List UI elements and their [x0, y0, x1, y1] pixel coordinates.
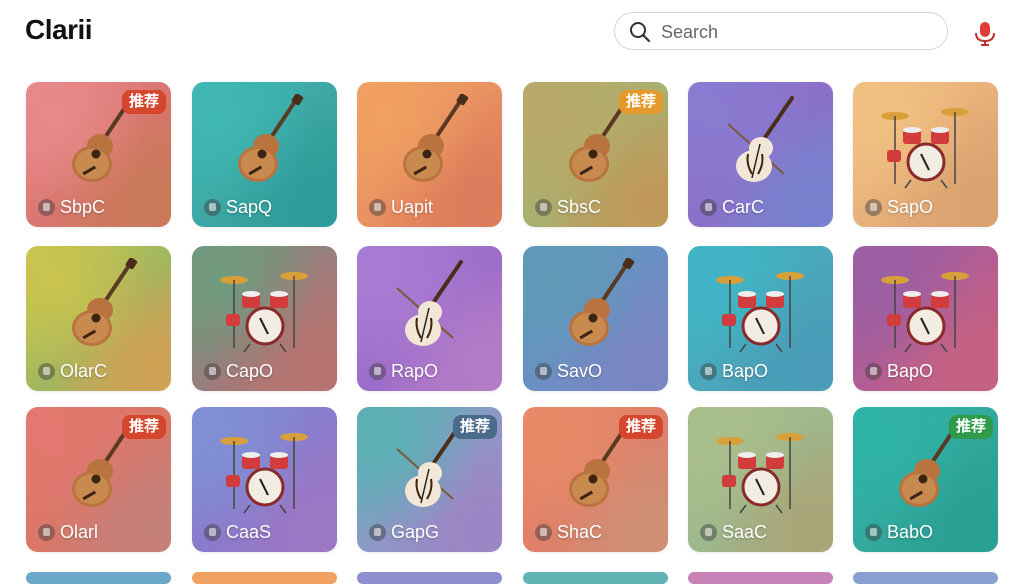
- instrument-tile-partial[interactable]: [192, 572, 337, 584]
- instrument-tile-partial[interactable]: [688, 572, 833, 584]
- instrument-tile[interactable]: CapO: [192, 246, 337, 391]
- instrument-tile-partial[interactable]: [853, 572, 998, 584]
- instrument-tile-partial[interactable]: [357, 572, 502, 584]
- tile-label: SapQ: [226, 197, 273, 217]
- category-icon: [865, 524, 882, 541]
- instrument-tile[interactable]: CarC: [688, 82, 833, 227]
- category-icon: [369, 199, 386, 216]
- category-icon: [700, 524, 717, 541]
- category-icon: [535, 199, 552, 216]
- instrument-tile[interactable]: 推荐 Olarl: [26, 407, 171, 552]
- recommended-badge: 推荐: [618, 415, 663, 439]
- tile-label: CapO: [226, 361, 274, 381]
- instrument-tile[interactable]: BapO: [688, 246, 833, 391]
- microphone-icon[interactable]: [972, 20, 998, 48]
- header: Clarii: [0, 0, 1024, 70]
- recommended-badge: 推荐: [452, 415, 497, 439]
- guitar-illustration: [551, 257, 641, 353]
- drums-illustration: [220, 419, 310, 514]
- instrument-tile[interactable]: SapQ: [192, 82, 337, 227]
- tile-label: Olarl: [60, 522, 99, 542]
- guitar-illustration: [220, 93, 310, 189]
- category-icon: [204, 524, 221, 541]
- instrument-tile-partial[interactable]: [26, 572, 171, 584]
- category-icon: [865, 363, 882, 380]
- instrument-tile[interactable]: 推荐 GapG: [357, 407, 502, 552]
- instrument-tile-partial[interactable]: [523, 572, 668, 584]
- tile-label: CarC: [722, 197, 765, 217]
- category-icon: [38, 199, 55, 216]
- instrument-tile[interactable]: 推荐 BabO: [853, 407, 998, 552]
- search-input[interactable]: [659, 19, 933, 45]
- violin-illustration: [716, 94, 806, 189]
- instrument-tile[interactable]: RapO: [357, 246, 502, 391]
- tile-label: ShaC: [557, 522, 603, 542]
- recommended-badge: 推荐: [121, 415, 166, 439]
- category-icon: [535, 363, 552, 380]
- app-title: Clarii: [25, 14, 93, 45]
- instrument-tile[interactable]: CaaS: [192, 407, 337, 552]
- guitar-illustration: [385, 93, 475, 189]
- recommended-badge: 推荐: [121, 90, 166, 114]
- category-icon: [204, 363, 221, 380]
- search-bar[interactable]: [614, 12, 948, 50]
- category-icon: [700, 199, 717, 216]
- instrument-tile[interactable]: OlarC: [26, 246, 171, 391]
- instrument-tile[interactable]: 推荐 SbsC: [523, 82, 668, 227]
- category-icon: [700, 363, 717, 380]
- tile-label: SbpC: [60, 197, 106, 217]
- category-icon: [38, 363, 55, 380]
- tile-label: CaaS: [226, 522, 272, 542]
- tile-label: BapO: [722, 361, 769, 381]
- drums-illustration: [881, 94, 971, 189]
- tile-label: SaaC: [722, 522, 768, 542]
- instrument-tile[interactable]: SaaC: [688, 407, 833, 552]
- tile-label: RapO: [391, 361, 439, 381]
- category-icon: [369, 524, 386, 541]
- tile-label: BabO: [887, 522, 934, 542]
- instrument-tile[interactable]: 推荐 SbpC: [26, 82, 171, 227]
- tile-label: OlarC: [60, 361, 108, 381]
- category-icon: [865, 199, 882, 216]
- category-icon: [535, 524, 552, 541]
- category-icon: [38, 524, 55, 541]
- instrument-tile[interactable]: SavO: [523, 246, 668, 391]
- violin-illustration: [385, 258, 475, 353]
- drums-illustration: [881, 258, 971, 353]
- instrument-tile[interactable]: SapO: [853, 82, 998, 227]
- category-icon: [204, 199, 221, 216]
- guitar-illustration: [54, 257, 144, 353]
- category-icon: [369, 363, 386, 380]
- tile-label: GapG: [391, 522, 440, 542]
- drums-illustration: [716, 258, 806, 353]
- recommended-badge: 推荐: [618, 90, 663, 114]
- instrument-tile[interactable]: Uapit: [357, 82, 502, 227]
- tile-label: SavO: [557, 361, 603, 381]
- tile-label: SbsC: [557, 197, 602, 217]
- recommended-badge: 推荐: [948, 415, 993, 439]
- drums-illustration: [716, 419, 806, 514]
- tile-label: BapO: [887, 361, 934, 381]
- drums-illustration: [220, 258, 310, 353]
- tile-label: SapO: [887, 197, 934, 217]
- instrument-tile[interactable]: 推荐 ShaC: [523, 407, 668, 552]
- tile-label: Uapit: [391, 197, 434, 217]
- instrument-tile[interactable]: BapO: [853, 246, 998, 391]
- search-icon: [630, 22, 651, 43]
